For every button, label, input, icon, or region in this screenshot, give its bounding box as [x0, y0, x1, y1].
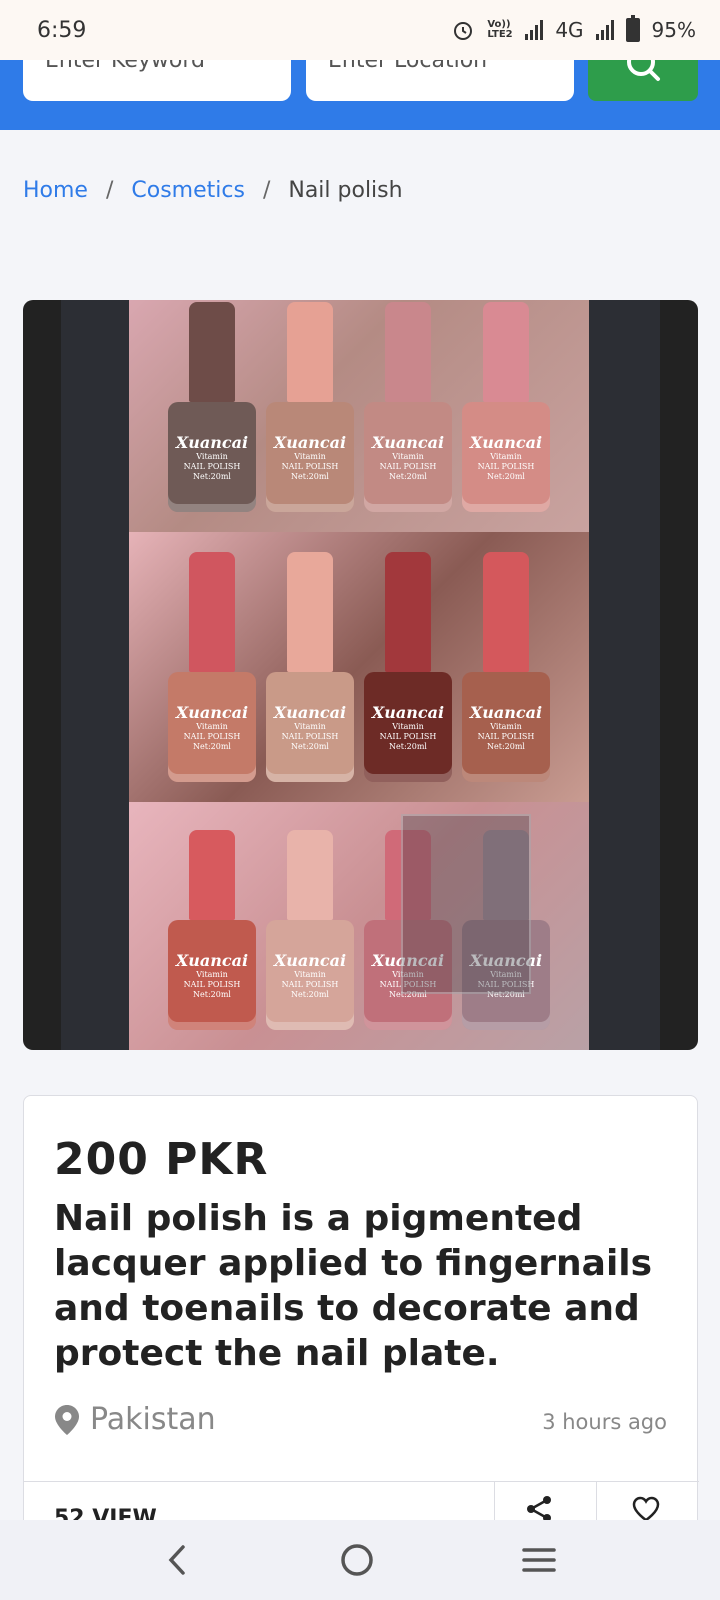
breadcrumb: Home / Cosmetics / Nail polish [23, 178, 403, 203]
bottle: Xuancai Vitamin NAIL POLISH Net:20ml [266, 302, 354, 512]
posted-time: 3 hours ago [542, 1410, 667, 1434]
product-photo[interactable]: Xuancai Vitamin NAIL POLISH Net:20ml Xuanca… [129, 300, 589, 1050]
breadcrumb-category[interactable]: Cosmetics [131, 178, 245, 203]
divider [24, 1481, 699, 1482]
keyword-placeholder: Enter Keyword [45, 60, 206, 73]
image-gallery[interactable]: Xuancai Vitamin NAIL POLISH Net:20ml Xuanca… [23, 300, 698, 1050]
keyword-input[interactable]: Enter Keyword [23, 60, 291, 101]
bottle: Xuancai Vitamin NAIL POLISH Net:20ml [462, 552, 550, 782]
breadcrumb-home[interactable]: Home [23, 178, 88, 203]
bottle: Xuancai Vitamin NAIL POLISH Net:20ml [266, 552, 354, 782]
home-icon[interactable] [339, 1542, 375, 1578]
alarm-icon [454, 22, 473, 40]
signal-icon-2 [595, 20, 614, 40]
image-thumbnail-overlay[interactable] [401, 814, 531, 994]
bottle: Xuancai Vitamin NAIL POLISH Net:20ml [168, 830, 256, 1030]
network-type: 4G [555, 18, 584, 42]
location-input[interactable]: Enter Location [306, 60, 574, 101]
bottle: Xuancai Vitamin NAIL POLISH Net:20ml [364, 552, 452, 782]
photo-panel-middle: Xuancai Vitamin NAIL POLISH Net:20ml Xuanca… [129, 532, 589, 802]
status-icons: Vo)) LTE2 4G 95% [451, 15, 696, 42]
location-placeholder: Enter Location [328, 60, 488, 73]
bottle: Xuancai Vitamin NAIL POLISH Net:20ml [364, 302, 452, 512]
listing-location: Pakistan [54, 1402, 216, 1437]
back-icon[interactable] [163, 1543, 193, 1577]
status-bar: 6:59 Vo)) LTE2 4G 95% [0, 0, 720, 60]
search-header: Enter Keyword Enter Location [0, 48, 720, 130]
breadcrumb-separator: / [105, 178, 114, 203]
listing-title: Nail polish is a pigmented lacquer appli… [54, 1198, 653, 1374]
network-label: Vo)) LTE2 [487, 19, 513, 40]
listing-price: 200 PKR [54, 1134, 269, 1185]
menu-icon[interactable] [521, 1545, 557, 1575]
photo-panel-top: Xuancai Vitamin NAIL POLISH Net:20ml Xuanca… [129, 300, 589, 532]
breadcrumb-current: Nail polish [288, 178, 403, 203]
battery-level: 95% [651, 18, 696, 42]
battery-icon [625, 15, 640, 42]
status-time: 6:59 [37, 17, 87, 43]
bottle: Xuancai Vitamin NAIL POLISH Net:20ml [462, 302, 550, 512]
breadcrumb-separator: / [262, 178, 271, 203]
bottle: Xuancai Vitamin NAIL POLISH Net:20ml [266, 830, 354, 1030]
listing-card: 200 PKR Nail polish is a pigmented lacqu… [23, 1095, 699, 1541]
bottle: Xuancai Vitamin NAIL POLISH Net:20ml [168, 302, 256, 512]
system-nav-bar [0, 1520, 720, 1600]
search-button[interactable] [588, 48, 698, 101]
location-pin-icon [55, 1404, 79, 1435]
bottle: Xuancai Vitamin NAIL POLISH Net:20ml [168, 552, 256, 782]
search-icon [627, 48, 660, 81]
signal-icon [525, 20, 544, 40]
location-text: Pakistan [90, 1402, 216, 1437]
